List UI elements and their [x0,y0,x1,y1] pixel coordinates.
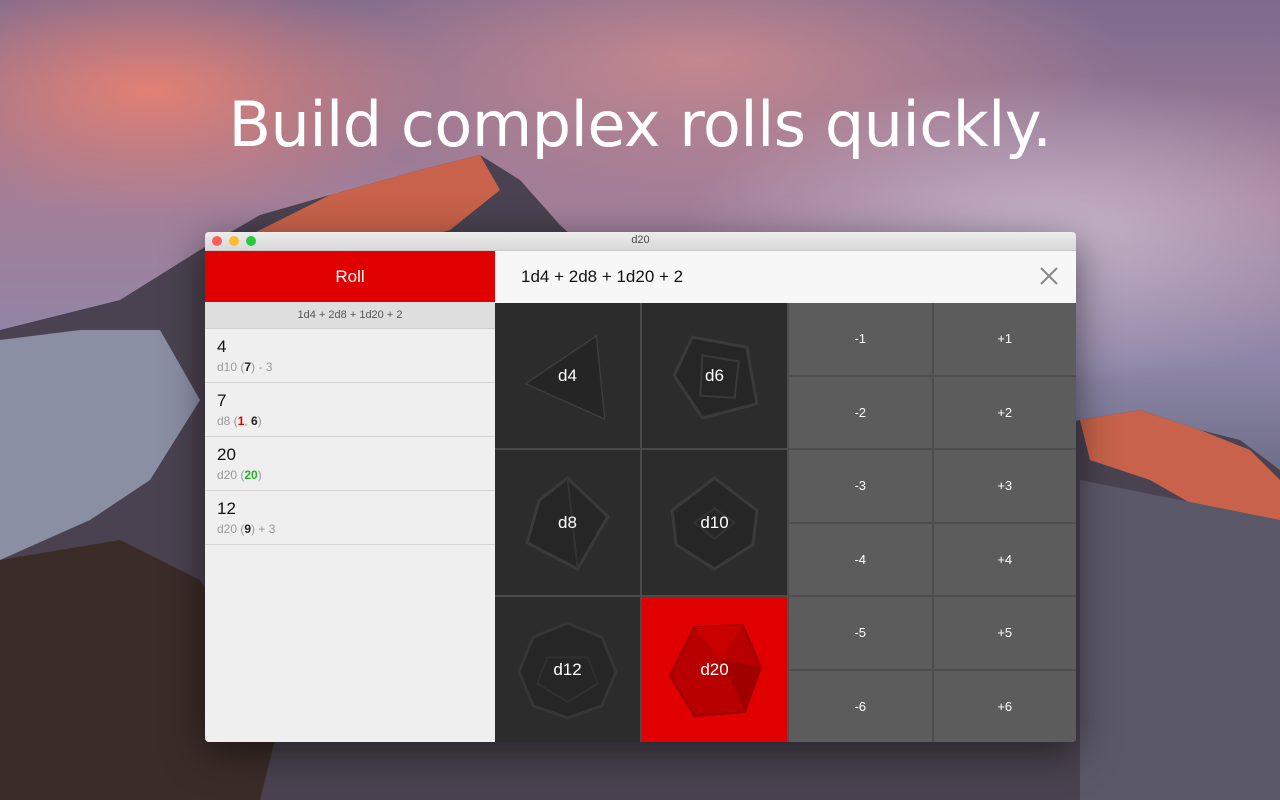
clear-formula-button[interactable] [1036,263,1062,289]
modifier-button-minus6[interactable]: -6 [789,670,932,742]
die-label: d20 [700,659,729,679]
roll-value: 1 [237,414,245,428]
die-label: d4 [558,365,577,385]
modifier-button-minus3[interactable]: -3 [789,450,932,522]
die-label: d6 [705,365,724,385]
die-button-d4[interactable]: d4 [495,303,640,448]
result-total: 12 [217,499,236,518]
result-row[interactable]: 20 d20 (20) [205,437,495,491]
modifier-button-minus1[interactable]: -1 [789,303,932,375]
headline: Build complex rolls quickly. [228,88,1052,161]
dice-grid: d4 d6 d8 d10 d12 d20 [495,303,787,742]
result-detail: d10 (7) - 3 [217,360,273,374]
result-detail: d8 (1, 6) [217,414,262,428]
modifier-button-minus2[interactable]: -2 [789,376,932,448]
modifier-button-minus4[interactable]: -4 [789,523,932,595]
roll-history-sidebar: Roll 1d4 + 2d8 + 1d20 + 2 4 d10 (7) - 37d… [205,251,496,742]
results-list: 4 d10 (7) - 3 7 d8 (1, 6) 20 d20 (20) 12 d20 (9… [205,329,495,545]
die-button-d20[interactable]: d20 [642,597,787,742]
window-title: d20 [631,234,650,246]
result-total: 7 [217,391,227,410]
roll-value: 7 [244,360,252,374]
close-icon [1040,267,1058,285]
formula-bar: 1d4 + 2d8 + 1d20 + 2 [495,251,1076,304]
result-row[interactable]: 7 d8 (1, 6) [205,383,495,437]
roll-value: 9 [244,522,252,536]
modifier-grid: -1 +1 -2 +2 -3 +3 -4 +4 -5 +5 -6 +6 [787,303,1076,742]
modifier-button-plus1[interactable]: +1 [933,303,1076,375]
die-label: d10 [700,512,729,532]
modifier-button-plus6[interactable]: +6 [933,670,1076,742]
die-label: d8 [558,512,577,532]
die-button-d12[interactable]: d12 [495,597,640,742]
modifier-button-plus3[interactable]: +3 [933,450,1076,522]
last-roll-formula: 1d4 + 2d8 + 1d20 + 2 [205,302,495,329]
die-button-d10[interactable]: d10 [642,450,787,595]
die-button-d8[interactable]: d8 [495,450,640,595]
modifier-button-plus2[interactable]: +2 [933,376,1076,448]
app-window: d20 Roll 1d4 + 2d8 + 1d20 + 2 4 d10 (7) -… [205,232,1076,742]
modifier-button-minus5[interactable]: -5 [789,597,932,669]
result-total: 4 [217,337,227,356]
result-detail: d20 (9) + 3 [217,522,276,536]
roll-button[interactable]: Roll [205,251,495,302]
modifier-button-plus4[interactable]: +4 [933,523,1076,595]
die-label: d12 [553,659,582,679]
roll-value: 6 [251,414,258,428]
modifier-button-plus5[interactable]: +5 [933,597,1076,669]
result-row[interactable]: 4 d10 (7) - 3 [205,329,495,383]
title-bar[interactable]: d20 [205,232,1076,251]
result-row[interactable]: 12 d20 (9) + 3 [205,491,495,545]
die-button-d6[interactable]: d6 [642,303,787,448]
formula-text: 1d4 + 2d8 + 1d20 + 2 [521,267,684,286]
result-detail: d20 (20) [217,468,262,482]
result-total: 20 [217,445,236,464]
roll-value: 20 [244,468,258,482]
